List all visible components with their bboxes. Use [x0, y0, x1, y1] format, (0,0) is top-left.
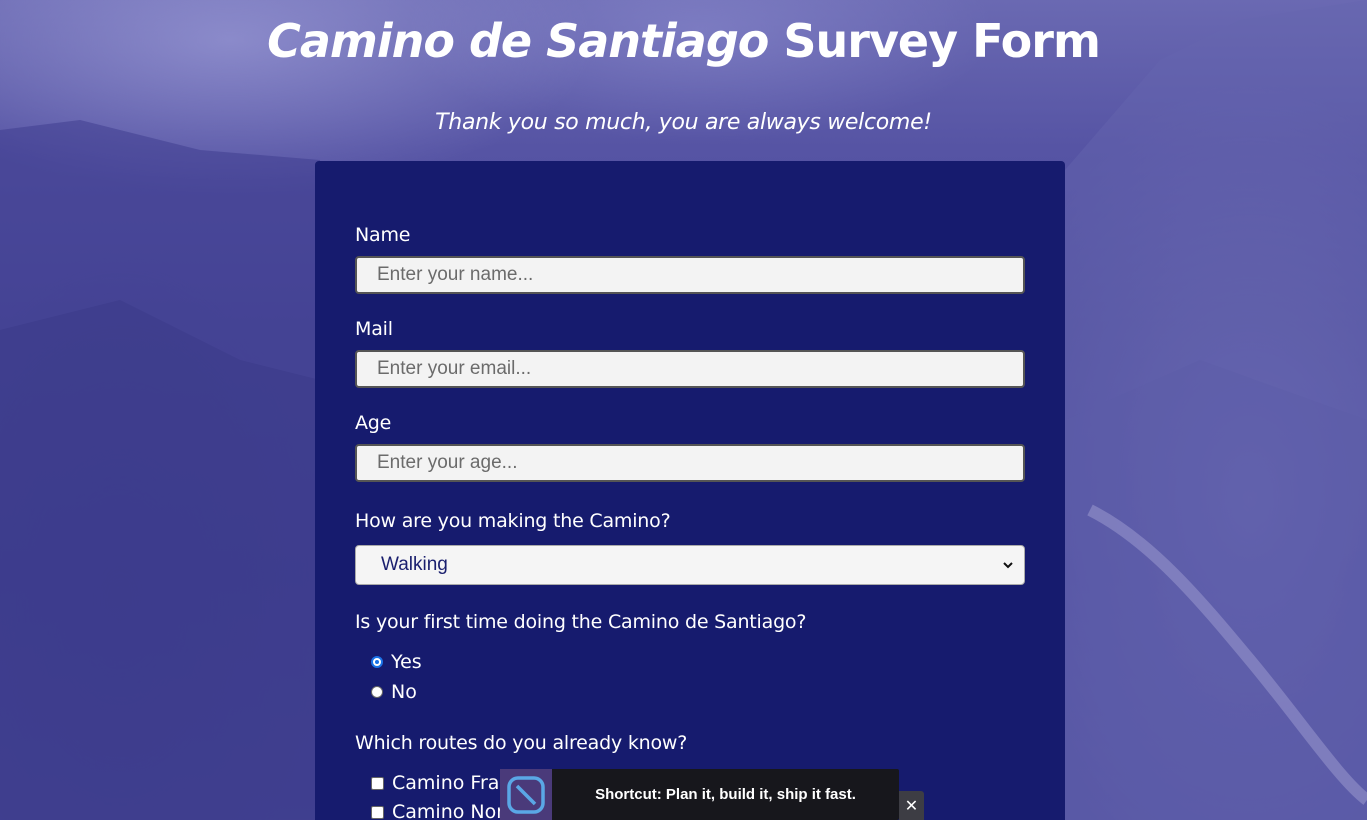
page-title: Camino de Santiago Survey Form — [0, 14, 1367, 68]
method-select-value: Walking — [381, 554, 448, 575]
page-title-rest: Survey Form — [783, 14, 1101, 68]
radio-no-label: No — [391, 681, 417, 703]
name-input[interactable] — [355, 256, 1025, 294]
age-label: Age — [355, 412, 392, 434]
first-time-option-no[interactable]: No — [371, 681, 417, 703]
first-time-option-yes[interactable]: Yes — [371, 651, 422, 673]
route-label-1: Camino Frar — [392, 772, 508, 794]
first-time-label: Is your first time doing the Camino de S… — [355, 611, 807, 633]
radio-yes-label: Yes — [391, 651, 422, 673]
age-input[interactable] — [355, 444, 1025, 482]
route-option-1[interactable]: Camino Frar — [371, 772, 507, 794]
promo-toast[interactable]: Shortcut: Plan it, build it, ship it fas… — [500, 769, 899, 820]
routes-label: Which routes do you already know? — [355, 732, 688, 754]
promo-toast-text: Shortcut: Plan it, build it, ship it fas… — [595, 786, 856, 803]
mail-label: Mail — [355, 318, 393, 340]
route-label-2: Camino Nort — [392, 801, 512, 820]
chevron-down-icon — [1003, 562, 1013, 569]
radio-no[interactable] — [371, 686, 383, 698]
survey-form: Name Mail Age How are you making the Cam… — [315, 161, 1065, 820]
page-title-italic: Camino de Santiago — [267, 14, 769, 68]
close-icon[interactable]: ✕ — [899, 791, 924, 820]
method-select[interactable]: Walking — [355, 545, 1025, 585]
page-subtitle: Thank you so much, you are always welcom… — [435, 110, 932, 135]
name-label: Name — [355, 224, 411, 246]
route-checkbox-1[interactable] — [371, 776, 384, 790]
method-label: How are you making the Camino? — [355, 510, 671, 532]
email-input[interactable] — [355, 350, 1025, 388]
route-checkbox-2[interactable] — [371, 805, 384, 819]
route-option-2[interactable]: Camino Nort — [371, 801, 512, 820]
shortcut-logo-icon — [500, 769, 552, 820]
radio-yes[interactable] — [371, 656, 383, 668]
